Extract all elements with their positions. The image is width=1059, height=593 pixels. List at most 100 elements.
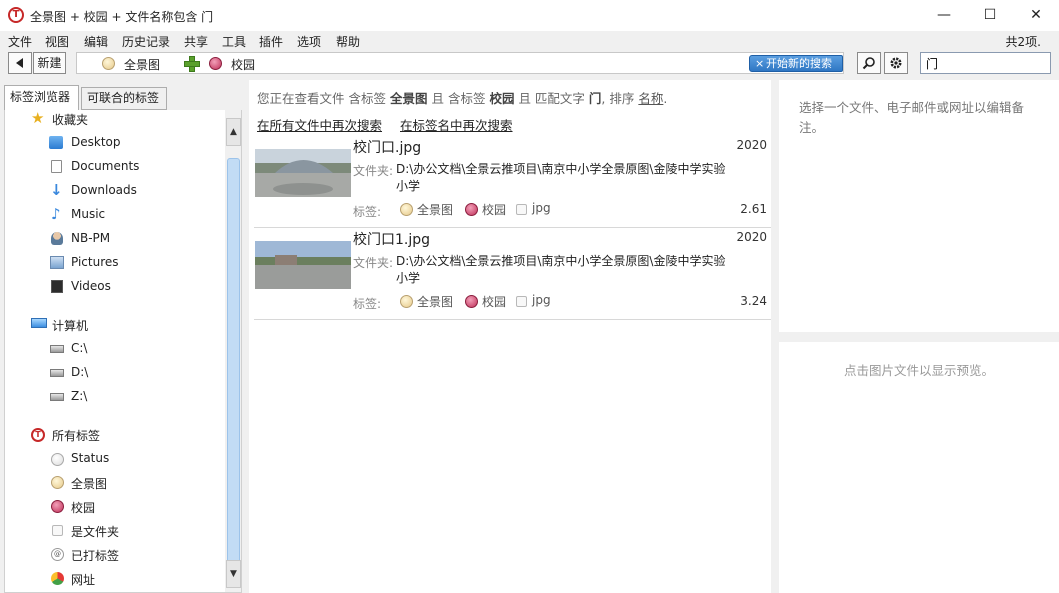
- search-summary: 您正在查看文件 含标签 全景图 且 含标签 校园 且 匹配文字 门, 排序 名称…: [257, 88, 667, 107]
- result-filename[interactable]: 校门口1.jpg: [353, 229, 430, 249]
- preview-hint: 点击图片文件以显示预览。: [843, 363, 994, 378]
- sidebar-item-label: D:\: [71, 365, 89, 379]
- search-button[interactable]: [857, 52, 881, 74]
- result-tag[interactable]: jpg: [532, 293, 551, 307]
- notes-panel[interactable]: 选择一个文件、电子邮件或网址以编辑备注。: [779, 80, 1059, 332]
- sidebar-item-label: Videos: [71, 279, 111, 293]
- minimize-button[interactable]: —: [921, 0, 967, 31]
- menu-help[interactable]: 帮助: [336, 33, 360, 50]
- menu-view[interactable]: 视图: [45, 33, 69, 50]
- menu-history[interactable]: 历史记录: [122, 33, 170, 50]
- thumbnail-image[interactable]: [255, 149, 351, 197]
- sidebar-item-panorama[interactable]: 全景图: [5, 471, 225, 495]
- panorama-tag-icon: [51, 476, 64, 489]
- menu-share[interactable]: 共享: [184, 33, 208, 50]
- summary-text: 您正在查看文件 含标签: [257, 91, 386, 106]
- sidebar-item-status[interactable]: Status: [5, 447, 225, 471]
- pictures-icon: [50, 256, 64, 269]
- summary-match-text: 门: [588, 91, 602, 106]
- all-tags-label: 所有标签: [52, 429, 101, 443]
- result-tag[interactable]: 校园: [482, 293, 506, 310]
- sidebar-item-tagged[interactable]: @ 已打标签: [5, 543, 225, 567]
- menu-plugins[interactable]: 插件: [259, 33, 283, 50]
- campus-tag-icon: [209, 57, 222, 70]
- folder-tag-icon: [52, 525, 63, 536]
- search-tag-names-link[interactable]: 在标签名中再次搜索: [400, 118, 513, 133]
- folder-label: 文件夹:: [353, 256, 394, 270]
- maximize-button[interactable]: ☐: [967, 0, 1013, 31]
- sidebar-scrollbar[interactable]: ▲ ▼: [225, 110, 241, 592]
- sidebar-item-label: Documents: [71, 159, 140, 173]
- summary-text: 且 含标签: [431, 91, 486, 106]
- sidebar-item-pictures[interactable]: Pictures: [5, 251, 225, 275]
- menu-edit[interactable]: 编辑: [84, 33, 108, 50]
- new-search-label: 开始新的搜索: [766, 57, 832, 70]
- summary-period: .: [663, 91, 668, 106]
- scroll-up-arrow[interactable]: ▲: [226, 118, 241, 146]
- search-tag-panorama[interactable]: 全景图: [124, 56, 160, 73]
- documents-icon: [51, 160, 62, 173]
- panorama-tag-icon: [400, 203, 413, 216]
- window-title: 全景图 + 校园 + 文件名称包含 门: [30, 10, 214, 24]
- sidebar-item-documents[interactable]: Documents: [5, 155, 225, 179]
- sidebar-item-label: 网址: [71, 573, 96, 587]
- back-button[interactable]: [8, 52, 32, 74]
- result-tag[interactable]: jpg: [532, 201, 551, 215]
- result-tag[interactable]: 校园: [482, 201, 506, 218]
- jpg-tag-icon: [516, 296, 527, 307]
- new-search-button[interactable]: × 开始新的搜索: [749, 55, 843, 72]
- sidebar-item-music[interactable]: ♪ Music: [5, 203, 225, 227]
- result-filename[interactable]: 校门口.jpg: [353, 137, 421, 157]
- tab-tag-browser[interactable]: 标签浏览器: [4, 85, 79, 111]
- tab-combinable-tags[interactable]: 可联合的标签: [81, 87, 167, 110]
- add-tag-icon[interactable]: [184, 56, 200, 72]
- search-tag-campus[interactable]: 校园: [231, 56, 255, 73]
- music-icon: ♪: [51, 205, 61, 223]
- menu-options[interactable]: 选项: [297, 33, 321, 50]
- filter-input[interactable]: [920, 52, 1051, 74]
- notes-hint: 选择一个文件、电子邮件或网址以编辑备注。: [799, 100, 1025, 135]
- computer-header[interactable]: 计算机: [5, 313, 225, 337]
- downloads-icon: ↓: [50, 181, 63, 199]
- scroll-down-arrow[interactable]: ▼: [226, 560, 241, 588]
- sidebar-item-nb-pm[interactable]: NB-PM: [5, 227, 225, 251]
- sidebar-item-is-folder[interactable]: 是文件夹: [5, 519, 225, 543]
- tags-label: 标签:: [353, 205, 382, 219]
- computer-icon: [31, 318, 47, 328]
- result-folder-path[interactable]: D:\办公文档\全景云推项目\南京中小学全景原图\金陵中学实验小学: [396, 253, 736, 287]
- result-item[interactable]: 校门口1.jpg 2020 文件夹: D:\办公文档\全景云推项目\南京中小学全…: [254, 228, 771, 320]
- menu-file[interactable]: 文件: [8, 33, 32, 50]
- all-tags-header[interactable]: T 所有标签: [5, 423, 225, 447]
- close-button[interactable]: ✕: [1013, 0, 1059, 31]
- desktop-folder-icon: [49, 136, 63, 149]
- app-logo-icon: T: [8, 7, 24, 23]
- settings-button[interactable]: [884, 52, 908, 74]
- thumbnail-image[interactable]: [255, 241, 351, 289]
- scroll-thumb[interactable]: [227, 158, 240, 566]
- new-button[interactable]: 新建: [33, 52, 66, 74]
- result-item[interactable]: 校门口.jpg 2020 文件夹: D:\办公文档\全景云推项目\南京中小学全景…: [254, 136, 771, 228]
- sidebar-item-videos[interactable]: Videos: [5, 275, 225, 299]
- sort-field-link[interactable]: 名称: [638, 91, 663, 106]
- result-folder-path[interactable]: D:\办公文档\全景云推项目\南京中小学全景原图\金陵中学实验小学: [396, 161, 736, 195]
- sidebar-item-label: NB-PM: [71, 231, 111, 245]
- sidebar-item-campus[interactable]: 校园: [5, 495, 225, 519]
- search-tag-bar[interactable]: 全景图 校园 × 开始新的搜索: [76, 52, 844, 74]
- sidebar-item-drive-d[interactable]: D:\: [5, 361, 225, 385]
- sidebar-item-desktop[interactable]: Desktop: [5, 131, 225, 155]
- result-tag[interactable]: 全景图: [417, 293, 453, 310]
- result-tag[interactable]: 全景图: [417, 201, 453, 218]
- sidebar-item-web[interactable]: 网址: [5, 567, 225, 591]
- campus-tag-icon: [465, 295, 478, 308]
- sidebar-item-downloads[interactable]: ↓ Downloads: [5, 179, 225, 203]
- status-tag-icon: [51, 453, 64, 466]
- panorama-tag-icon: [400, 295, 413, 308]
- favorites-header[interactable]: ★ 收藏夹: [5, 110, 225, 131]
- clear-search-icon: ×: [755, 57, 765, 70]
- sidebar-item-drive-z[interactable]: Z:\: [5, 385, 225, 409]
- drive-icon: [50, 345, 64, 353]
- sidebar-item-drive-c[interactable]: C:\: [5, 337, 225, 361]
- result-date: 2020: [736, 138, 767, 152]
- search-all-files-link[interactable]: 在所有文件中再次搜索: [257, 118, 382, 133]
- menu-tools[interactable]: 工具: [222, 33, 246, 50]
